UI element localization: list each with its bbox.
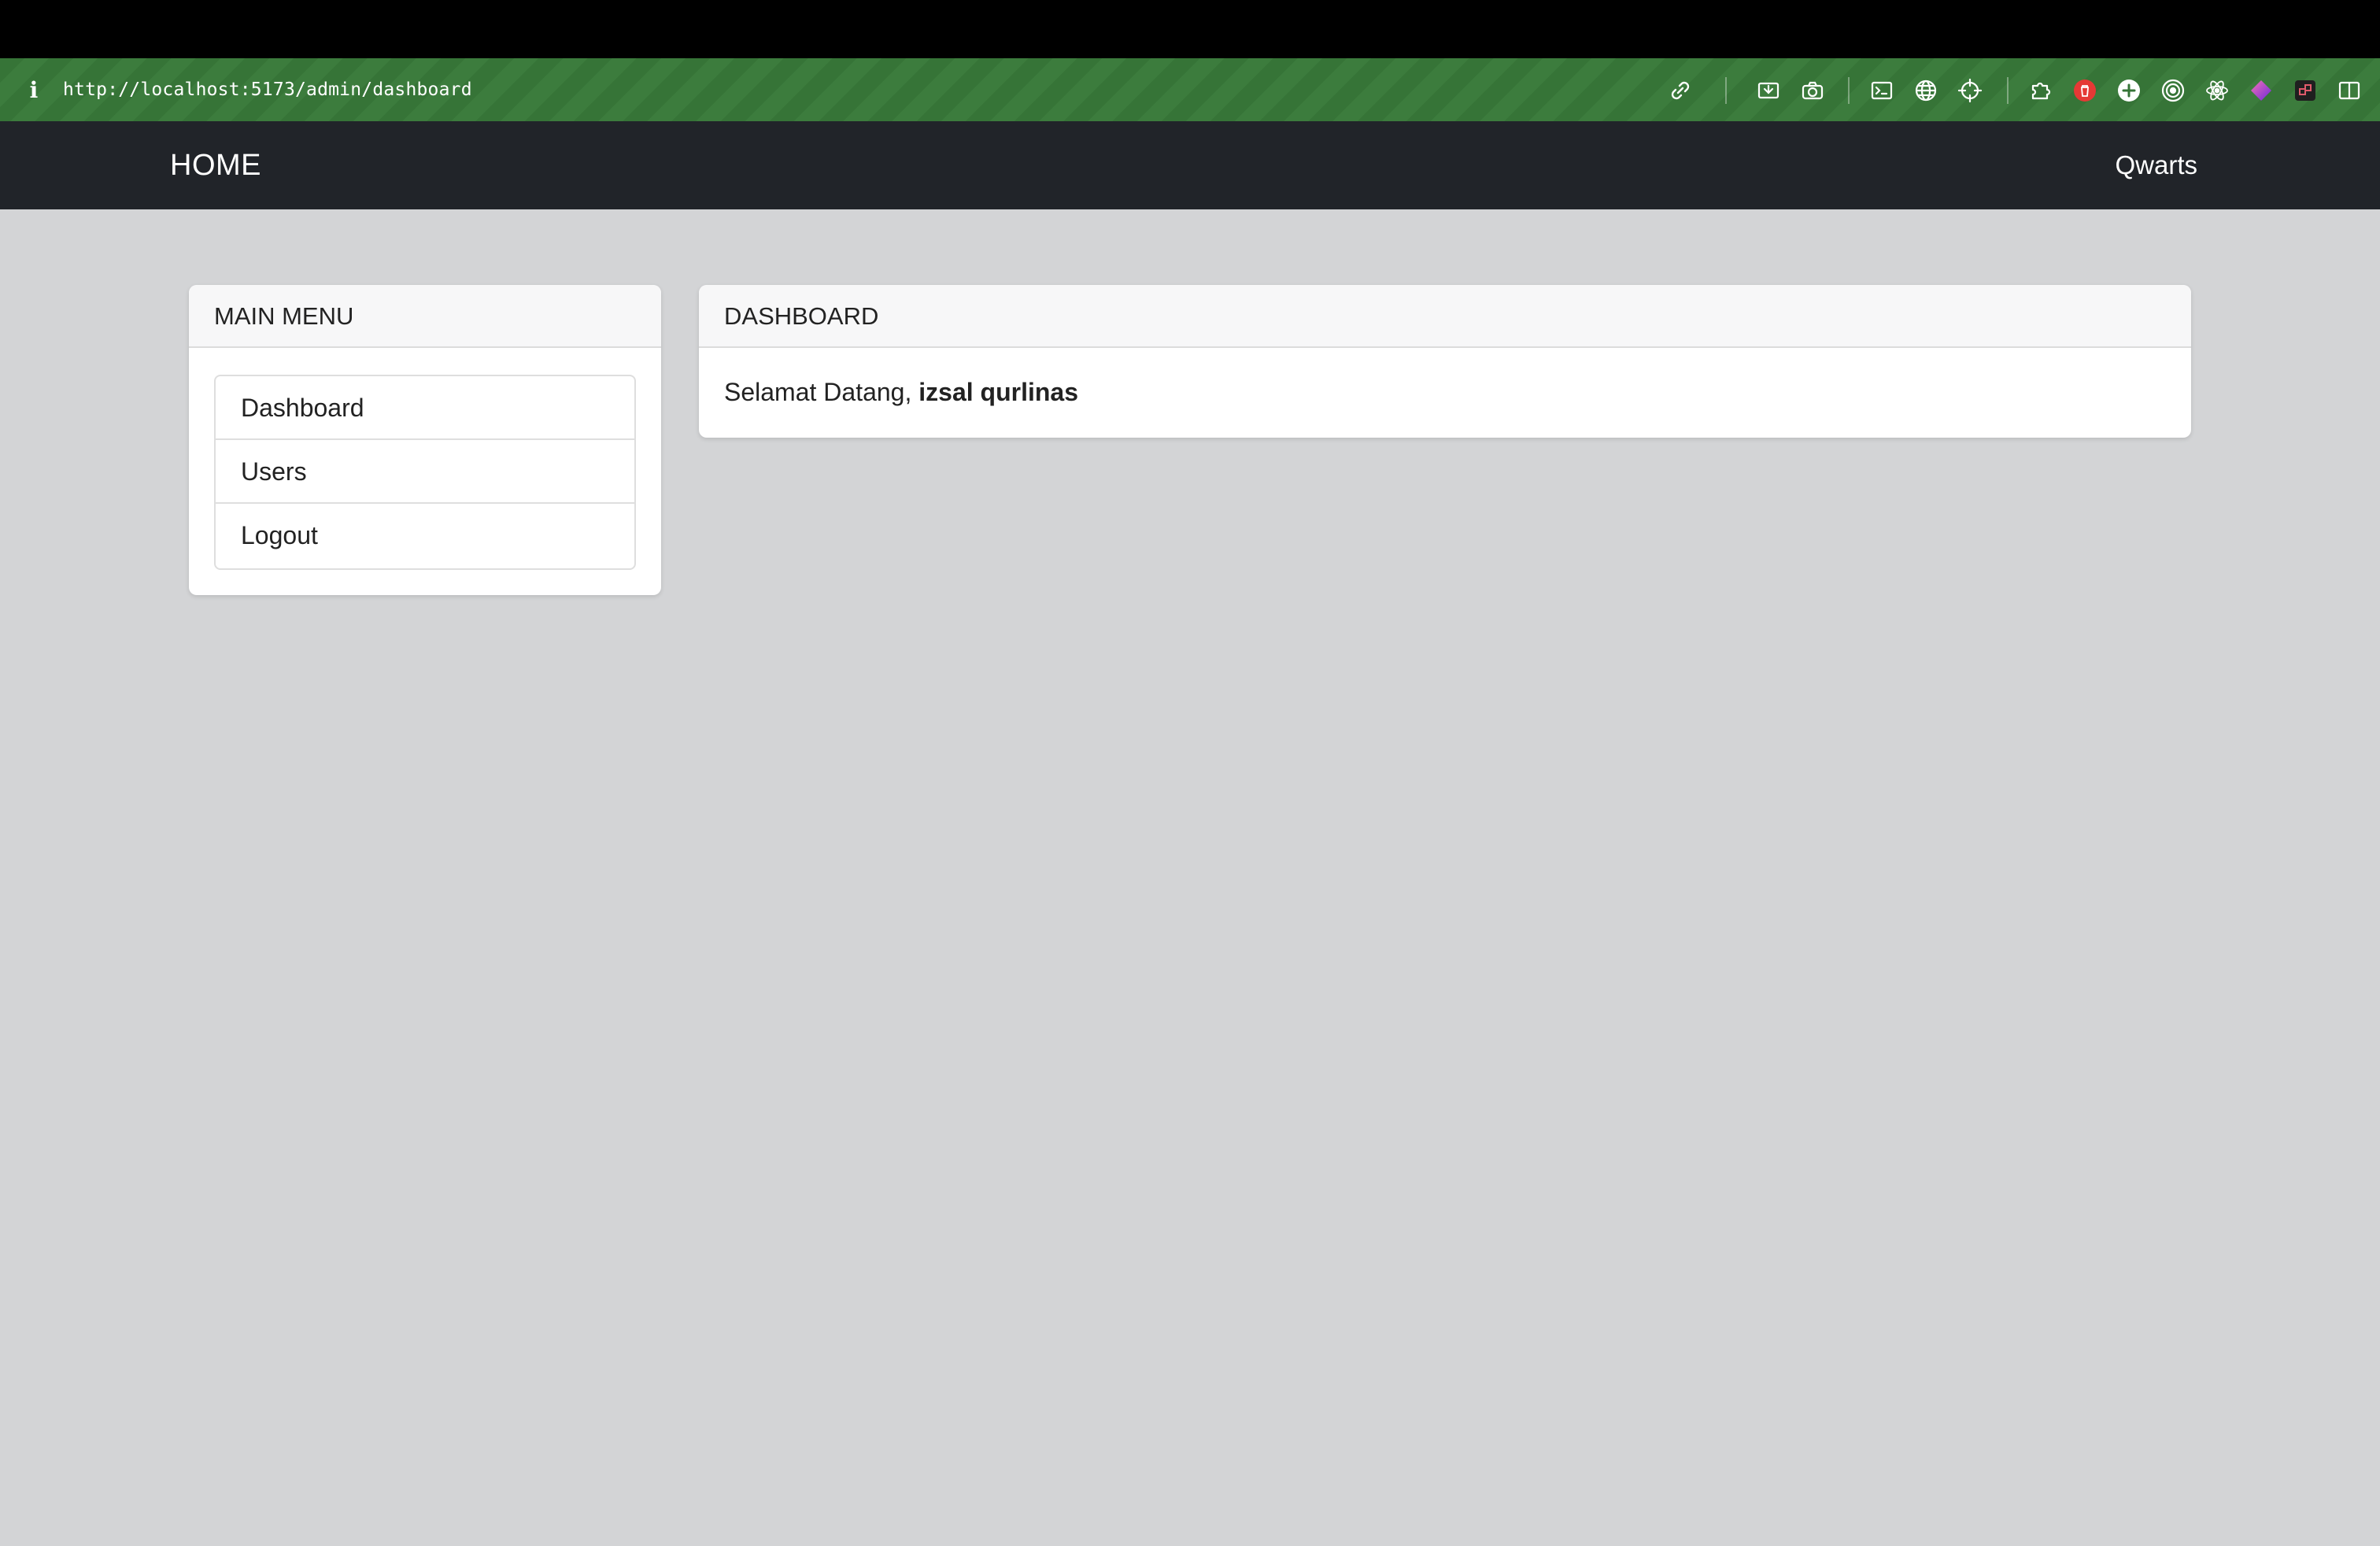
split-view-icon[interactable]	[2336, 77, 2363, 104]
link-icon[interactable]	[1667, 77, 1694, 104]
brand-link[interactable]: Qwarts	[2115, 121, 2197, 209]
dashboard-title: DASHBOARD	[699, 285, 2191, 348]
crosshair-icon[interactable]	[1957, 77, 1983, 104]
home-link[interactable]: HOME	[170, 121, 261, 209]
main-menu-card: MAIN MENU Dashboard Users Logout	[189, 285, 661, 595]
terminal-icon[interactable]	[1868, 77, 1895, 104]
toolbar-divider	[2007, 77, 2009, 104]
window-top-bar	[0, 0, 2380, 58]
dark-square-extension-icon[interactable]	[2292, 77, 2319, 104]
welcome-message: Selamat Datang, izsal qurlinas	[699, 348, 2191, 436]
toolbar-divider	[1725, 77, 1727, 104]
top-navbar: HOME Qwarts	[0, 121, 2380, 209]
globe-icon[interactable]	[1913, 77, 1939, 104]
toolbar-divider	[1848, 77, 1850, 104]
dashboard-card: DASHBOARD Selamat Datang, izsal qurlinas	[699, 285, 2191, 438]
welcome-user-name: izsal qurlinas	[918, 378, 1078, 406]
welcome-prefix: Selamat Datang,	[724, 378, 919, 406]
menu-item-dashboard[interactable]: Dashboard	[216, 376, 634, 440]
purple-diamond-extension-icon[interactable]	[2248, 77, 2275, 104]
red-trash-extension-icon[interactable]	[2071, 77, 2098, 104]
menu-item-users[interactable]: Users	[216, 440, 634, 504]
main-menu-list: Dashboard Users Logout	[214, 375, 636, 570]
add-circle-icon[interactable]	[2116, 77, 2142, 104]
screenshot-area-icon[interactable]	[1755, 77, 1782, 104]
info-icon[interactable]: i	[25, 76, 42, 104]
menu-item-logout[interactable]: Logout	[216, 504, 634, 568]
main-menu-title: MAIN MENU	[189, 285, 661, 348]
browser-address-bar: i http://localhost:5173/admin/dashboard	[0, 58, 2380, 121]
target-circle-icon[interactable]	[2160, 77, 2186, 104]
camera-icon[interactable]	[1799, 77, 1826, 104]
url-text[interactable]: http://localhost:5173/admin/dashboard	[63, 58, 472, 121]
react-atom-icon[interactable]	[2204, 77, 2230, 104]
puzzle-extension-icon[interactable]	[2027, 77, 2054, 104]
